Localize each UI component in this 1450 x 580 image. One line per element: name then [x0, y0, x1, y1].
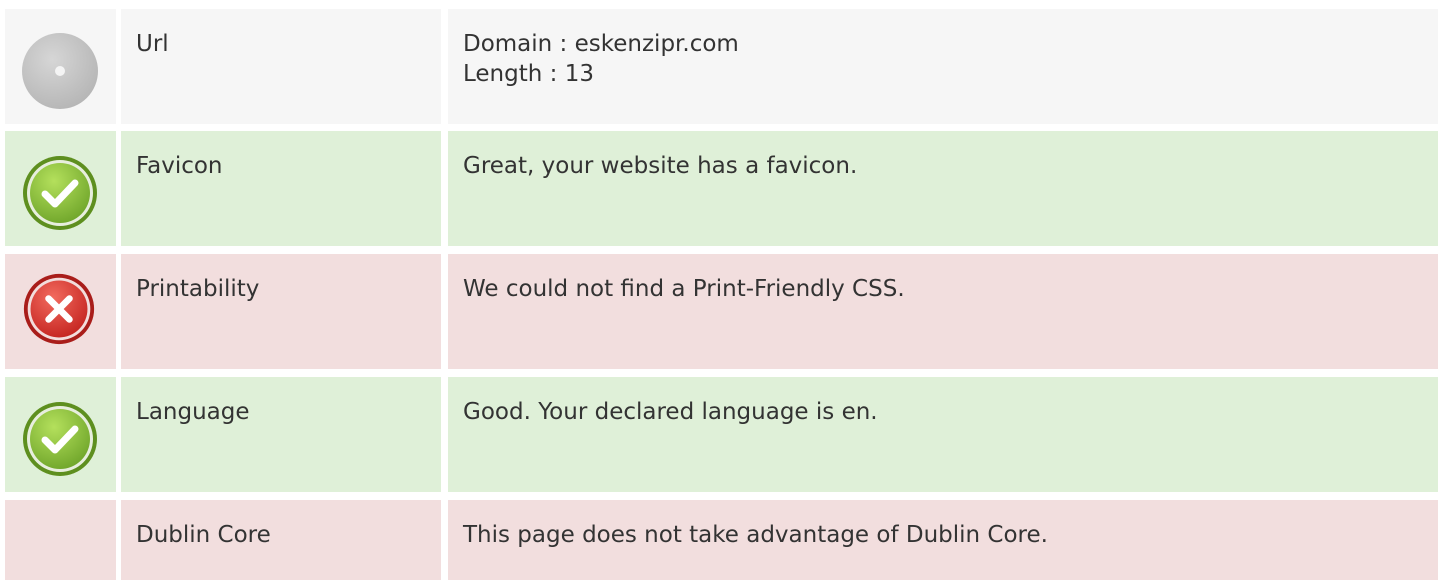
status-cell: [5, 254, 116, 369]
row-label: Url: [136, 31, 169, 57]
label-cell: Language: [121, 377, 441, 492]
report-row-printability: Printability We could not find a Print-F…: [5, 254, 1438, 369]
cross-icon: [22, 272, 96, 346]
row-value: Great, your website has a favicon.: [463, 151, 857, 181]
language-result-text: Good. Your declared language is en.: [463, 399, 878, 425]
row-value: Good. Your declared language is en.: [463, 397, 878, 427]
neutral-dot-icon: [21, 32, 99, 110]
row-value: Domain : eskenzipr.com Length : 13: [463, 29, 739, 89]
value-cell: Domain : eskenzipr.com Length : 13: [448, 9, 1438, 124]
report-row-language: Language Good. Your declared language is…: [5, 377, 1438, 492]
length-text: Length : 13: [463, 61, 594, 87]
value-cell: Good. Your declared language is en.: [448, 377, 1438, 492]
row-label: Dublin Core: [136, 522, 271, 548]
dublin-core-result-text: This page does not take advantage of Dub…: [463, 522, 1048, 548]
row-label: Favicon: [136, 153, 223, 179]
status-cell: [5, 131, 116, 246]
label-cell: Favicon: [121, 131, 441, 246]
check-icon: [21, 400, 99, 478]
value-cell: We could not find a Print-Friendly CSS.: [448, 254, 1438, 369]
seo-report-table: Url Domain : eskenzipr.com Length : 13 F…: [0, 0, 1450, 580]
report-row-favicon: Favicon Great, your website has a favico…: [5, 131, 1438, 246]
favicon-result-text: Great, your website has a favicon.: [463, 153, 858, 179]
report-row-dublin-core: Dublin Core This page does not take adva…: [5, 500, 1438, 580]
label-cell: Url: [121, 9, 441, 124]
label-cell: Printability: [121, 254, 441, 369]
check-icon: [21, 154, 99, 232]
label-cell: Dublin Core: [121, 500, 441, 580]
report-row-url: Url Domain : eskenzipr.com Length : 13: [5, 9, 1438, 124]
status-cell: [5, 500, 116, 580]
domain-text: Domain : eskenzipr.com: [463, 31, 739, 57]
row-value: We could not find a Print-Friendly CSS.: [463, 274, 905, 304]
status-cell: [5, 377, 116, 492]
value-cell: This page does not take advantage of Dub…: [448, 500, 1438, 580]
row-label: Language: [136, 399, 250, 425]
value-cell: Great, your website has a favicon.: [448, 131, 1438, 246]
status-cell: [5, 9, 116, 124]
row-value: This page does not take advantage of Dub…: [463, 520, 1048, 550]
printability-result-text: We could not find a Print-Friendly CSS.: [463, 276, 905, 302]
row-label: Printability: [136, 276, 260, 302]
